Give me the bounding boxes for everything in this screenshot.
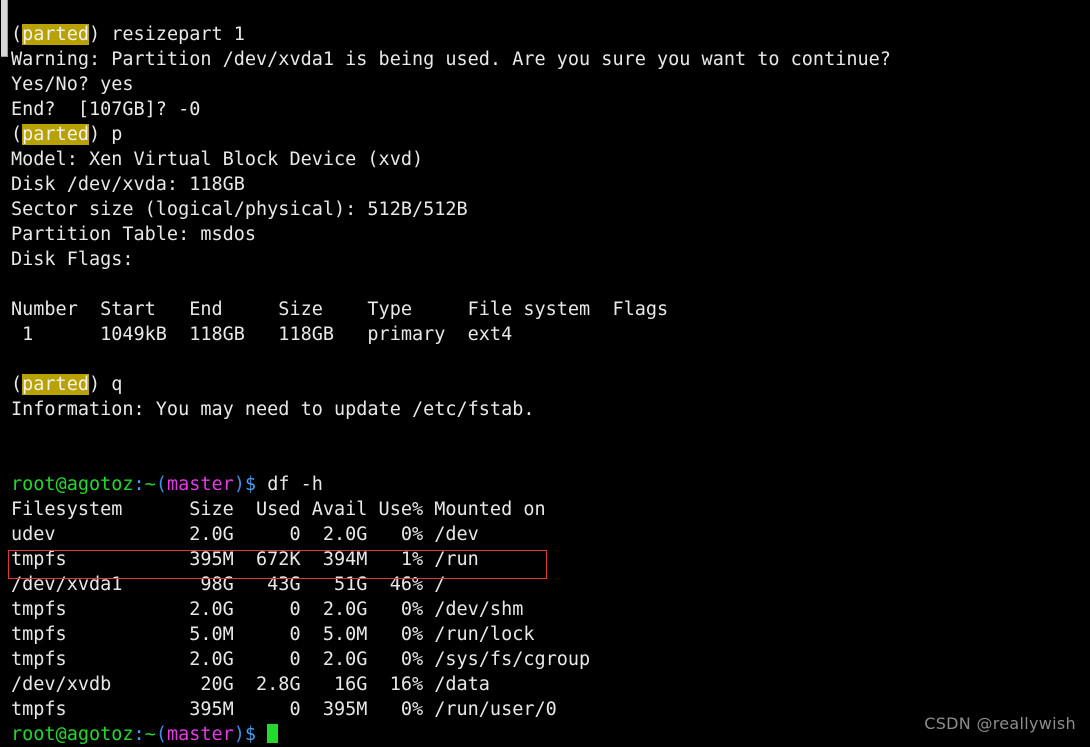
terminal-line-warning: Warning: Partition /dev/xvda1 is being u… [11, 49, 891, 70]
parted-prompt-open: ( [11, 24, 23, 45]
parted-command-resizepart: resizepart 1 [111, 24, 245, 45]
prompt-open-paren: ( [155, 474, 167, 495]
prompt-user-host: root@agotoz [11, 474, 134, 495]
terminal-line-parted-print: (parted) p [9, 122, 1090, 147]
terminal-window[interactable]: (parted) resizepart 1 Warning: Partition… [0, 0, 1090, 745]
parted-prompt-open: ( [11, 124, 23, 145]
terminal-line-information: Information: You may need to update /etc… [11, 399, 535, 420]
df-table-row: tmpfs 395M 672K 394M 1% /run [11, 549, 479, 570]
terminal-line-yesno: Yes/No? yes [11, 74, 134, 95]
df-table-row-highlighted: /dev/xvda1 98G 43G 51G 46% / [11, 574, 446, 595]
prompt-git-branch: master [166, 474, 234, 495]
partition-table-header: Number Start End Size Type File system F… [11, 299, 669, 320]
scrollbar-thumb[interactable] [1, 0, 8, 57]
shell-command-df: df -h [256, 474, 323, 495]
parted-prompt-open: ( [11, 374, 23, 395]
terminal-screen[interactable]: (parted) resizepart 1 Warning: Partition… [9, 0, 1090, 745]
parted-command-quit: q [111, 374, 123, 395]
df-table-row: tmpfs 2.0G 0 2.0G 0% /dev/shm [11, 599, 524, 620]
prompt-close-paren: ) [233, 474, 245, 495]
disk-info-disk-flags: Disk Flags: [11, 249, 134, 270]
shell-prompt-line-df: root@agotoz:~(master)$ df -h [9, 472, 1090, 497]
terminal-line-parted-quit: (parted) q [9, 372, 1090, 397]
prompt-colon: : [133, 474, 145, 495]
parted-prompt-name: parted [22, 24, 89, 45]
parted-prompt-close: ) [88, 24, 112, 45]
df-table-row: udev 2.0G 0 2.0G 0% /dev [11, 524, 479, 545]
prompt-dollar-sign: $ [244, 474, 257, 495]
disk-info-sector-size: Sector size (logical/physical): 512B/512… [11, 199, 468, 220]
parted-prompt-close: ) [88, 374, 112, 395]
df-header-row: Filesystem Size Used Avail Use% Mounted … [11, 499, 546, 520]
text-cursor[interactable] [267, 724, 279, 743]
watermark-text: CSDN @reallywish [924, 714, 1076, 733]
disk-info-model: Model: Xen Virtual Block Device (xvd) [11, 149, 424, 170]
parted-command-print: p [111, 124, 123, 145]
partition-table-row: 1 1049kB 118GB 118GB primary ext4 [11, 324, 513, 345]
parted-prompt-close: ) [88, 124, 112, 145]
df-table-row: tmpfs 2.0G 0 2.0G 0% /sys/fs/cgroup [11, 649, 591, 670]
df-table-row: tmpfs 5.0M 0 5.0M 0% /run/lock [11, 624, 535, 645]
disk-info-disk: Disk /dev/xvda: 118GB [11, 174, 245, 195]
terminal-line-parted-resizepart: (parted) resizepart 1 [9, 22, 1090, 47]
parted-prompt-name: parted [22, 374, 89, 395]
disk-info-partition-table: Partition Table: msdos [11, 224, 257, 245]
terminal-line-end-prompt: End? [107GB]? -0 [11, 99, 201, 120]
scrollbar-track[interactable] [0, 0, 9, 742]
parted-prompt-name: parted [22, 124, 89, 145]
prompt-path: ~ [144, 474, 156, 495]
df-table-row: /dev/xvdb 20G 2.8G 16G 16% /data [11, 674, 490, 695]
